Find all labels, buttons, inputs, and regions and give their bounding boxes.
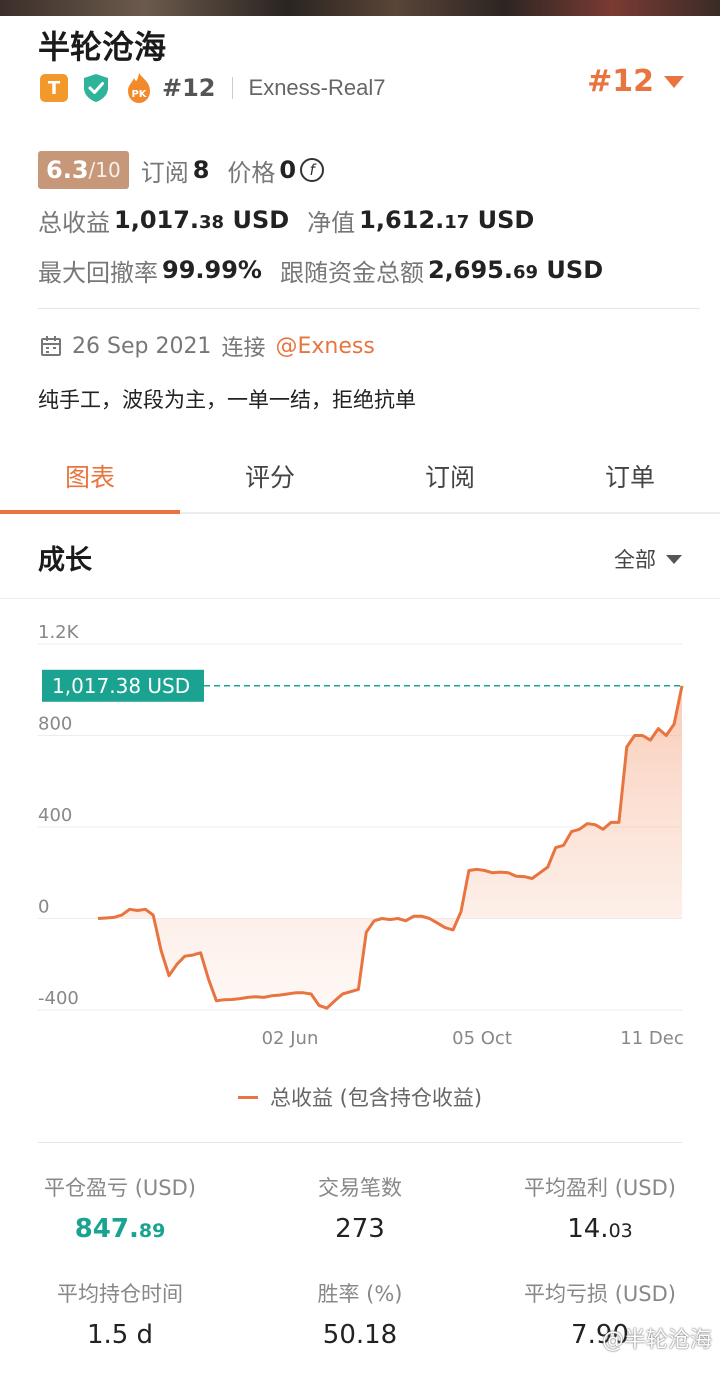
- equity-value: 1,612.17 USD: [359, 206, 535, 234]
- chart-legend[interactable]: 总收益 (包含持仓收益): [0, 1082, 720, 1112]
- stats-row-3: 最大回撤率 99.99% 跟随资金总额 2,695.69 USD: [38, 250, 698, 290]
- total-profit-label: 总收益: [38, 208, 110, 237]
- metric-cell: 平均持仓时间 1.5 d: [0, 1278, 240, 1350]
- divider: [231, 77, 233, 99]
- watermark: @半轮沧海: [601, 1328, 712, 1353]
- tab-rating[interactable]: 评分: [180, 440, 360, 512]
- range-value: 全部: [614, 548, 656, 572]
- pk-flame-icon[interactable]: PK: [124, 72, 154, 104]
- rank-value: #12: [587, 64, 654, 99]
- current-value-label: 1,017.38 USD: [52, 674, 190, 698]
- connect-label: 连接: [221, 336, 266, 361]
- follow-funds-label: 跟随资金总额: [279, 258, 424, 287]
- metric-value: 50.18: [322, 1320, 398, 1350]
- rank-dropdown[interactable]: #12: [587, 64, 684, 99]
- follow-funds-value: 2,695.69 USD: [427, 256, 604, 284]
- trader-level-badge[interactable]: T: [40, 74, 68, 102]
- strategy-description: 纯手工，波段为主，一单一结，拒绝抗单: [38, 388, 416, 412]
- y-tick-label: -400: [38, 988, 79, 1009]
- trader-name: 半轮沧海: [38, 28, 167, 66]
- legend-label: 总收益 (包含持仓收益): [269, 1086, 483, 1110]
- divider: [38, 1142, 682, 1143]
- rank-label: #12: [162, 74, 216, 102]
- metric-value: 273: [335, 1214, 385, 1244]
- price-label: 价格: [227, 158, 276, 187]
- score-badge[interactable]: 6.3 /10: [38, 151, 129, 189]
- metric-cell: 平仓盈亏 (USD) 847.89: [0, 1172, 240, 1244]
- tab-bar: 图表 评分 订阅 订单: [0, 440, 720, 514]
- stats-row-2: 总收益 1,017.38 USD 净值 1,612.17 USD: [38, 200, 698, 240]
- x-tick-label: 05 Oct: [452, 1028, 512, 1049]
- total-profit-value: 1,017.38 USD: [114, 206, 290, 234]
- metric-label: 胜率 (%): [317, 1282, 403, 1306]
- x-tick-label: 02 Jun: [262, 1028, 319, 1049]
- metric-cell: 平均盈利 (USD) 14.03: [480, 1172, 720, 1244]
- drawdown-value: 99.99%: [162, 256, 262, 284]
- metric-label: 平均持仓时间: [57, 1282, 183, 1306]
- caret-down-icon: [664, 75, 684, 88]
- equity-label: 净值: [307, 208, 356, 237]
- price-value: 0: [279, 156, 297, 184]
- metric-value: 1.5 d: [86, 1320, 154, 1350]
- score-total: /10: [88, 158, 121, 182]
- range-dropdown[interactable]: 全部: [614, 544, 682, 574]
- verified-shield-icon[interactable]: [82, 73, 110, 103]
- broker-link[interactable]: @Exness: [275, 334, 374, 359]
- metric-label: 平均亏损 (USD): [524, 1282, 676, 1306]
- y-tick-label: 1.2K: [38, 622, 80, 643]
- badge-row: T PK #12 Exness-Real7: [40, 70, 385, 106]
- tab-chart[interactable]: 图表: [0, 440, 180, 514]
- account-server: Exness-Real7: [248, 75, 386, 100]
- svg-text:PK: PK: [131, 89, 147, 100]
- tab-subscribe[interactable]: 订阅: [360, 440, 540, 512]
- stats-block: 6.3 /10 订阅 8 价格 0 f 总收益 1,017.38 USD 净值 …: [38, 150, 698, 290]
- metric-value: 847.89: [74, 1214, 166, 1244]
- series-area: [98, 685, 682, 1009]
- section-title: 成长: [38, 545, 92, 576]
- metric-cell: 交易笔数 273: [240, 1172, 480, 1244]
- y-tick-label: 800: [38, 714, 72, 735]
- legend-swatch: [237, 1095, 258, 1099]
- cover-image-strip: [0, 0, 720, 16]
- coin-icon: f: [300, 158, 325, 182]
- section-divider: [38, 308, 700, 309]
- y-tick-label: 400: [38, 805, 72, 826]
- subscribe-count: 8: [192, 156, 210, 184]
- stats-row-1: 6.3 /10 订阅 8 价格 0 f: [38, 150, 698, 190]
- growth-chart[interactable]: 1.2K 800 400 0 -400 02 Jun 05 Oct 11 Dec 1,017…: [0, 600, 720, 1130]
- x-tick-label: 11 Dec: [620, 1028, 683, 1049]
- metric-value: 14.03: [567, 1214, 633, 1244]
- connect-info: 26 Sep 2021 连接 @Exness: [40, 330, 375, 362]
- metric-cell: 胜率 (%) 50.18: [240, 1278, 480, 1350]
- metric-label: 交易笔数: [318, 1176, 402, 1200]
- metric-label: 平均盈利 (USD): [524, 1176, 676, 1200]
- caret-down-icon: [666, 554, 682, 564]
- drawdown-label: 最大回撤率: [38, 258, 158, 287]
- tab-orders[interactable]: 订单: [540, 440, 720, 512]
- divider: [0, 598, 720, 599]
- metric-label: 平仓盈亏 (USD): [44, 1176, 196, 1200]
- calendar-icon: [41, 336, 61, 356]
- y-tick-label: 0: [38, 897, 49, 918]
- score-value: 6.3: [46, 156, 89, 184]
- connect-date: 26 Sep 2021: [72, 333, 212, 359]
- subscribe-label: 订阅: [140, 158, 189, 187]
